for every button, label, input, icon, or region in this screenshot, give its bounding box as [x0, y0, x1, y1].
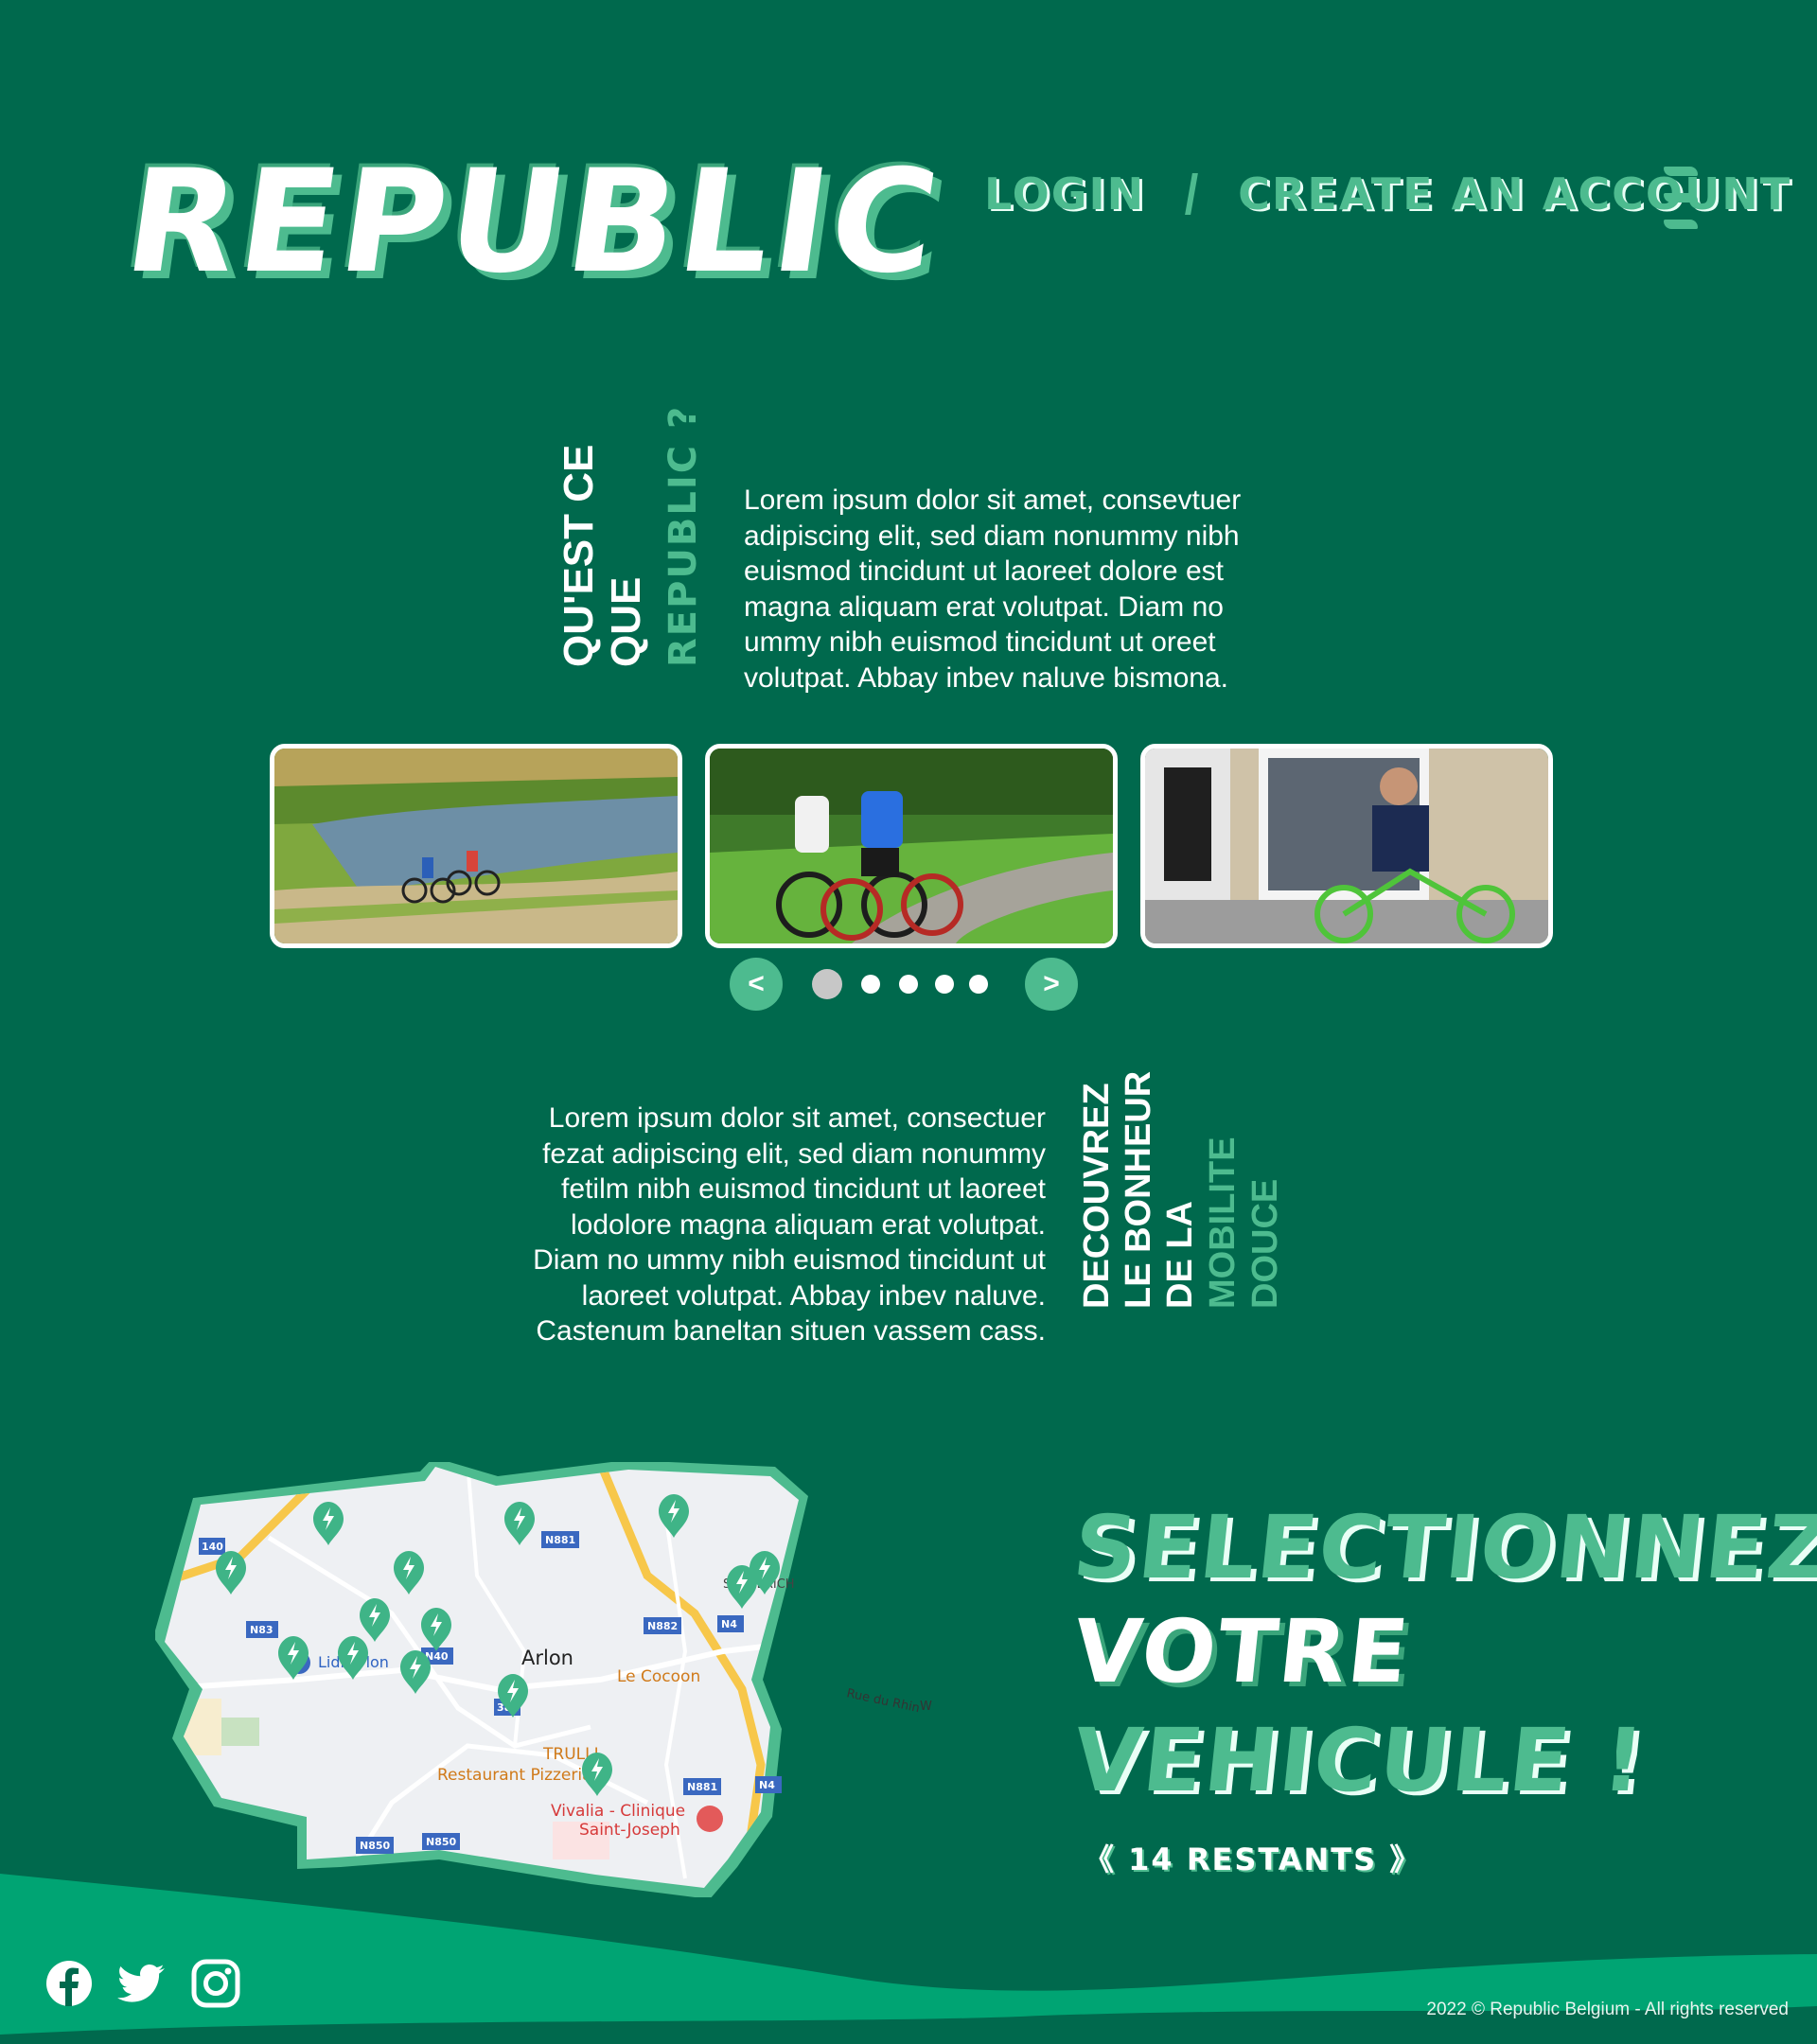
mobility-title-line1: DECOUVREZ: [1077, 1083, 1117, 1309]
intro-title-brand: REPUBLIC ?: [662, 404, 705, 667]
vehicle-marker-icon[interactable]: [582, 1753, 612, 1796]
intro-paragraph: Lorem ipsum dolor sit amet, consevtuer a…: [744, 485, 1242, 694]
vehicle-marker-icon[interactable]: [504, 1502, 535, 1545]
carousel-dot[interactable]: [899, 975, 918, 994]
mobility-title-line4: MOBILITE: [1203, 1137, 1243, 1309]
copyright: 2022 © Republic Belgium - All rights res…: [1426, 2000, 1789, 2019]
vehicle-marker-icon[interactable]: [216, 1551, 246, 1595]
vehicle-marker-icon[interactable]: [400, 1650, 431, 1694]
menu-icon[interactable]: [1664, 167, 1698, 229]
carousel-photo-canal-cyclists[interactable]: [270, 744, 682, 948]
mobility-title-line2: LE BONHEUR: [1119, 1070, 1158, 1309]
mobility-title-line3: DE LA: [1160, 1201, 1200, 1309]
vehicle-marker-icon[interactable]: [421, 1608, 451, 1651]
carousel-next-button[interactable]: >: [1025, 958, 1078, 1011]
vehicle-marker-icon[interactable]: [659, 1494, 689, 1538]
intro-title-line1: QU'EST CE: [556, 444, 602, 667]
carousel-photo-park-cyclists[interactable]: [705, 744, 1118, 948]
carousel-photo-city-cyclist[interactable]: [1140, 744, 1553, 948]
instagram-icon[interactable]: [191, 1959, 240, 2008]
mobility-paragraph: Lorem ipsum dolor sit amet, consectuer f…: [533, 1102, 1046, 1347]
carousel-prev-button[interactable]: <: [730, 958, 783, 1011]
select-title-line2: VOTRE: [1068, 1601, 1415, 1702]
login-link[interactable]: LOGIN: [984, 168, 1145, 220]
logo[interactable]: REPUBLIC: [116, 140, 951, 305]
vehicle-marker-icon[interactable]: [394, 1551, 424, 1595]
menu-bar: [1664, 220, 1698, 229]
twitter-icon[interactable]: [117, 1959, 167, 2008]
carousel-dot-active[interactable]: [812, 969, 842, 999]
vehicle-marker-icon[interactable]: [360, 1598, 390, 1642]
carousel-dot[interactable]: [935, 975, 954, 994]
menu-bar: [1664, 193, 1698, 203]
vehicle-marker-icon[interactable]: [727, 1565, 757, 1609]
vehicle-marker-icon[interactable]: [498, 1674, 528, 1718]
intro-title-line2: QUE: [603, 576, 649, 667]
carousel-dot[interactable]: [969, 975, 988, 994]
select-title-line3: VEHICULE !: [1068, 1710, 1650, 1811]
mobility-title-line5: DOUCE: [1245, 1178, 1285, 1309]
vehicle-marker-icon[interactable]: [313, 1502, 344, 1545]
create-account-link[interactable]: CREATE AN ACCOUNT: [1238, 168, 1791, 220]
select-title-line1: SELECTIONNEZ: [1068, 1497, 1817, 1598]
vehicle-marker-icon[interactable]: [278, 1636, 309, 1680]
vehicle-marker-icon[interactable]: [338, 1636, 368, 1680]
nav-separator: [1185, 173, 1199, 215]
carousel-dot[interactable]: [861, 975, 880, 994]
facebook-icon[interactable]: [44, 1959, 94, 2008]
vehicle-map[interactable]: N881 N882 N83 N40 N4 N881 N4 N850 N850 3…: [155, 1462, 969, 1897]
menu-bar: [1664, 167, 1698, 176]
